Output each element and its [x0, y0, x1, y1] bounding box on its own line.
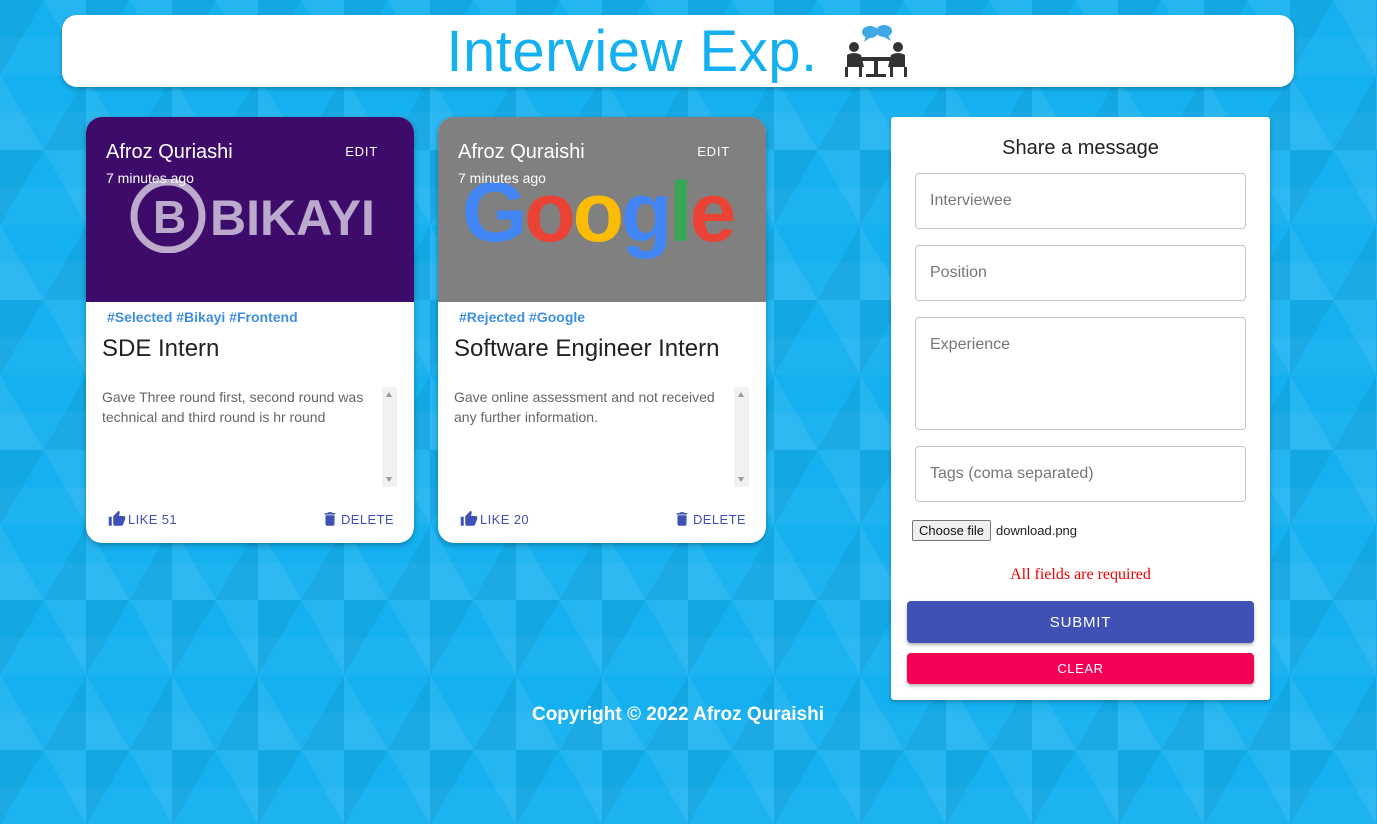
card-overlay: Afroz Quraishi 7 minutes ago — [458, 141, 585, 186]
post-message-text: Gave Three round first, second round was… — [102, 389, 364, 425]
post-message[interactable]: Gave online assessment and not received … — [454, 387, 749, 487]
file-name: download.png — [996, 523, 1078, 538]
app-title: Interview Exp. — [446, 18, 818, 84]
post-tags: #Rejected #Google — [459, 309, 586, 325]
trash-icon — [324, 512, 336, 526]
edit-button[interactable]: EDIT — [345, 144, 378, 159]
share-message-form: Share a message Choose file download.png… — [891, 117, 1270, 700]
tags-input[interactable] — [915, 446, 1246, 502]
post-title: Software Engineer Intern — [454, 335, 720, 362]
app-header: Interview Exp. — [62, 15, 1294, 87]
trash-icon — [676, 512, 688, 526]
delete-label: DELETE — [693, 511, 746, 527]
thumb-up-icon — [460, 510, 478, 526]
interview-meeting-icon — [844, 25, 907, 77]
choose-file-button[interactable]: Choose file — [912, 520, 992, 541]
post-time: 7 minutes ago — [458, 170, 546, 186]
like-label: LIKE 51 — [128, 511, 178, 527]
scroll-up-arrow-icon[interactable] — [386, 392, 392, 397]
message-scrollbar[interactable] — [382, 387, 397, 487]
message-scrollbar[interactable] — [734, 387, 749, 487]
svg-text:BIKAYI: BIKAYI — [210, 190, 375, 246]
delete-button[interactable]: DELETE — [321, 509, 394, 529]
validation-error: All fields are required — [1010, 566, 1151, 583]
post-message-text: Gave online assessment and not received … — [454, 389, 715, 425]
thumb-up-icon — [108, 510, 126, 526]
delete-button[interactable]: DELETE — [673, 509, 746, 529]
post-title: SDE Intern — [102, 335, 220, 362]
bikayi-logo: B BIKAYI — [130, 179, 375, 253]
experience-input[interactable] — [915, 317, 1246, 430]
post-tags: #Selected #Bikayi #Frontend — [107, 309, 298, 325]
scroll-down-arrow-icon[interactable] — [738, 477, 744, 482]
like-label: LIKE 20 — [480, 511, 530, 527]
clear-button[interactable]: CLEAR — [907, 653, 1254, 684]
form-heading: Share a message — [1002, 137, 1159, 159]
edit-button[interactable]: EDIT — [697, 144, 730, 159]
position-input[interactable] — [915, 245, 1246, 301]
card-actions: LIKE 20 DELETE — [438, 509, 766, 529]
interviewee-input[interactable] — [915, 173, 1246, 229]
like-button[interactable]: LIKE 51 — [108, 509, 177, 529]
post-author: Afroz Quraishi — [458, 141, 585, 163]
scroll-down-arrow-icon[interactable] — [386, 477, 392, 482]
post-time: 7 minutes ago — [106, 170, 194, 186]
scroll-up-arrow-icon[interactable] — [738, 392, 744, 397]
card-overlay: Afroz Quriashi 7 minutes ago — [106, 141, 233, 186]
submit-button[interactable]: SUBMIT — [907, 601, 1254, 643]
card-actions: LIKE 51 DELETE — [86, 509, 414, 529]
svg-text:B: B — [153, 191, 186, 243]
like-button[interactable]: LIKE 20 — [460, 509, 529, 529]
post-card: B BIKAYI Afroz Quriashi 7 minutes ago ED… — [86, 117, 414, 543]
card-media: Google Afroz Quraishi 7 minutes ago EDIT — [438, 117, 766, 302]
post-author: Afroz Quriashi — [106, 141, 233, 163]
delete-label: DELETE — [341, 511, 394, 527]
post-message[interactable]: Gave Three round first, second round was… — [102, 387, 397, 487]
card-media: B BIKAYI Afroz Quriashi 7 minutes ago ED… — [86, 117, 414, 302]
post-card: Google Afroz Quraishi 7 minutes ago EDIT… — [438, 117, 766, 543]
footer-copyright: Copyright © 2022 Afroz Quraishi — [531, 704, 824, 725]
file-picker: Choose file download.png — [912, 520, 1077, 541]
